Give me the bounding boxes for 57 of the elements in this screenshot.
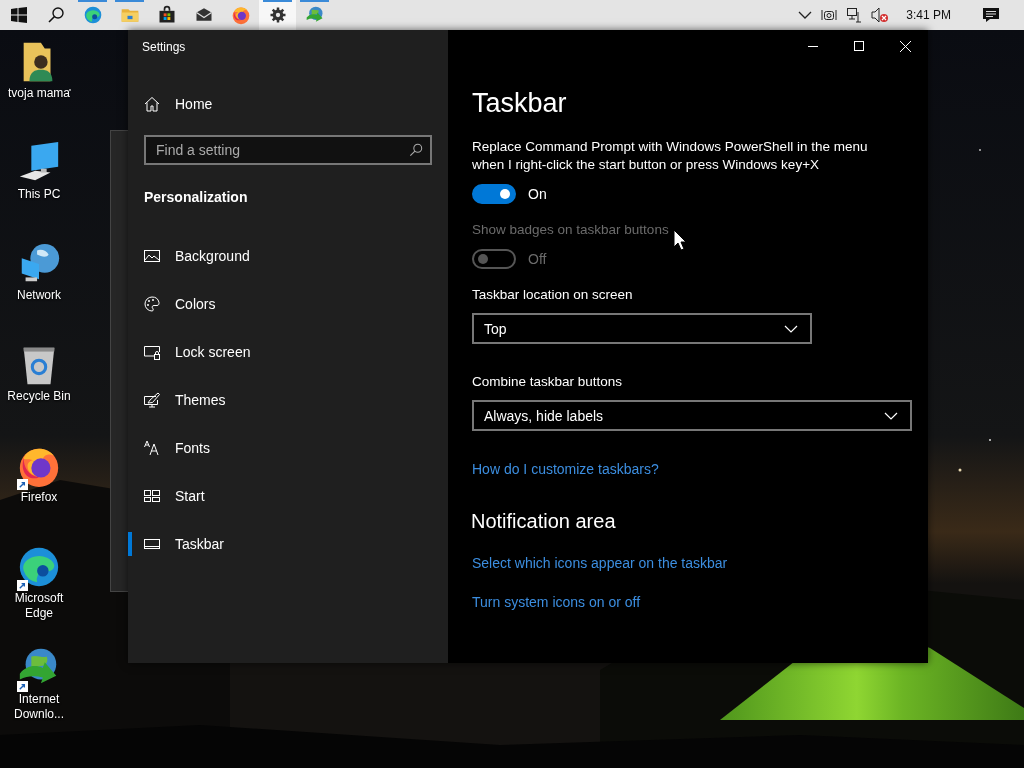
chevron-up-icon[interactable] bbox=[798, 10, 813, 20]
chevron-down-icon bbox=[784, 324, 798, 333]
windows-logo-icon bbox=[10, 7, 27, 23]
speaker-muted-icon[interactable] bbox=[871, 7, 890, 23]
section-heading: Personalization bbox=[143, 188, 249, 207]
chevron-down-icon bbox=[884, 411, 898, 420]
sidebar-item[interactable]: Lock screen bbox=[128, 328, 448, 376]
desktop-icon-label[interactable]: Microsoft Edge bbox=[1, 591, 77, 621]
search-field[interactable]: Find a setting bbox=[144, 135, 432, 165]
sidebar-item[interactable]: Themes bbox=[128, 376, 448, 424]
desktop-icon-label[interactable]: Recycle Bin bbox=[1, 389, 77, 404]
toggle-state: Off bbox=[528, 251, 547, 267]
close-icon bbox=[899, 40, 911, 52]
screen-lock-icon bbox=[144, 344, 160, 360]
toggle-state: On bbox=[528, 186, 547, 202]
edge-icon bbox=[82, 5, 103, 25]
sidebar-item[interactable]: Background bbox=[128, 232, 448, 280]
font-icon bbox=[144, 440, 160, 456]
settings-link[interactable]: Turn system icons on or off bbox=[472, 594, 641, 610]
desktop-icon-label[interactable]: Network bbox=[1, 288, 77, 303]
setting-label: Replace Command Prompt with Windows PowerShell in the menu when I right-click the start button or press Windows key+X bbox=[472, 138, 869, 174]
dropdown[interactable]: Always, hide labels bbox=[472, 400, 912, 431]
window-title: Settings bbox=[141, 39, 187, 56]
taskbar-icon bbox=[144, 536, 160, 552]
setting-label: Show badges on taskbar buttons bbox=[472, 221, 670, 239]
help-link[interactable]: How do I customize taskbars? bbox=[472, 461, 659, 477]
settings-link[interactable]: Select which icons appear on the taskbar bbox=[472, 555, 728, 571]
desktop-icon-label[interactable]: Internet Downlo... bbox=[1, 692, 77, 722]
dropdown[interactable]: Top bbox=[472, 313, 812, 344]
brush-screen-icon bbox=[144, 392, 160, 408]
home-icon bbox=[144, 96, 160, 112]
home-nav-item[interactable]: Home bbox=[128, 84, 448, 124]
desktop-icon-label[interactable]: This PC bbox=[1, 187, 77, 202]
section-heading: Notification area bbox=[471, 509, 617, 534]
search-icon bbox=[47, 7, 64, 23]
maximize-icon bbox=[854, 41, 864, 51]
network-icon[interactable] bbox=[846, 7, 863, 23]
cursor-icon bbox=[673, 229, 687, 251]
page-title: Taskbar bbox=[472, 87, 568, 120]
sidebar-item[interactable]: Fonts bbox=[128, 424, 448, 472]
desktop-icon-label[interactable]: Firefox bbox=[1, 490, 77, 505]
taskbar-app-button[interactable] bbox=[259, 0, 296, 30]
sidebar-item[interactable]: Start bbox=[128, 472, 448, 520]
sidebar-item[interactable]: Colors bbox=[128, 280, 448, 328]
desktop-icon-label[interactable]: tvoja mama bbox=[1, 86, 77, 101]
clock[interactable]: 3:41 PM bbox=[906, 8, 951, 22]
tiles-icon bbox=[144, 488, 160, 504]
notification-icon[interactable] bbox=[982, 7, 1000, 23]
setting-label: Taskbar location on screen bbox=[472, 286, 634, 304]
palette-icon bbox=[144, 296, 160, 312]
search-icon bbox=[409, 143, 423, 157]
camera-icon[interactable] bbox=[821, 7, 838, 23]
toggle-switch[interactable] bbox=[472, 184, 516, 204]
sidebar-item[interactable]: Taskbar bbox=[128, 520, 448, 568]
firefox-icon bbox=[230, 5, 251, 25]
image-icon bbox=[144, 248, 160, 264]
setting-label: Combine taskbar buttons bbox=[472, 373, 624, 391]
